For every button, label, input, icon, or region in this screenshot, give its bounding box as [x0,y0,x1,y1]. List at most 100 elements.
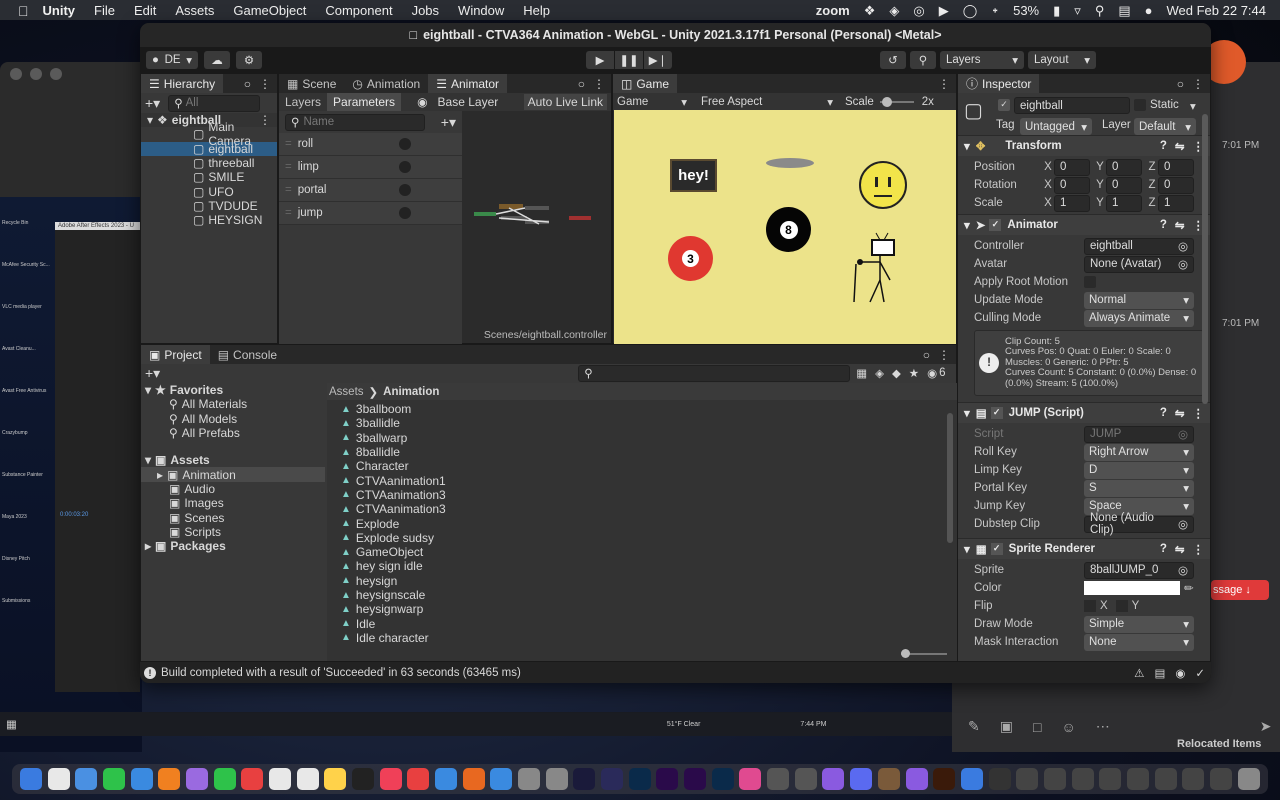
zoom-icon[interactable] [50,68,62,80]
dubstep-field[interactable]: None (Audio Clip) ◎ [1084,512,1194,536]
folder-animation[interactable]: ▸ ▣ Animation [141,467,325,482]
file-icon[interactable]: □ [1033,719,1041,735]
send-icon[interactable]: ➤ [1260,718,1272,735]
base-layer-breadcrumb[interactable]: Base Layer [438,95,499,109]
controller-field[interactable]: eightball ◎ [1084,237,1194,255]
dock-app-icon[interactable] [1099,768,1122,790]
menu-window[interactable]: Window [458,3,504,18]
enabled-checkbox[interactable]: ✓ [990,407,1003,419]
tab-game[interactable]: ◫ Game [613,74,678,93]
undo-history-button[interactable]: ↺ [880,51,906,69]
breadcrumb-animation[interactable]: Animation [383,386,439,398]
search-scope-icon[interactable]: ▦ [856,366,867,380]
emoji-icon[interactable]: ☺ [1061,719,1075,735]
asset-item[interactable]: ▲ CTVAanimation1 [341,473,957,488]
transform-rotation-field[interactable]: 0 [1106,176,1142,194]
add-icon[interactable]: +▾ [145,95,160,112]
chevron-down-icon[interactable]: ▾ [1190,99,1196,113]
tab-console[interactable]: ▤ Console [210,345,285,364]
pause-button[interactable]: ❚❚ [615,51,643,69]
format-icon[interactable]: ✎ [968,718,980,735]
asset-item[interactable]: ▲ heysign [341,574,957,588]
kebab-icon[interactable]: ⋮ [938,77,950,91]
spotlight-icon[interactable]: ⚲ [1095,3,1105,19]
kebab-icon[interactable]: ⋮ [938,348,950,362]
dock-app-icon[interactable] [20,768,42,790]
dock-app-icon[interactable] [1182,768,1205,790]
transform-position-field[interactable]: 0 [1106,158,1142,176]
portal-key-dropdown[interactable]: S ▾ [1084,479,1194,497]
parameter-row[interactable]: = jump [279,202,462,225]
kebab-icon[interactable]: ⋮ [259,77,271,91]
dock-app-icon[interactable] [75,768,98,790]
asset-item[interactable]: ▲ 8ballidle [341,445,957,459]
window-titlebar[interactable]: □ eightball - CTVA364 Animation - WebGL … [140,23,1211,47]
hierarchy-item-main-camera[interactable]: ▢ Main Camera [141,120,277,148]
scale-slider[interactable] [879,97,914,107]
icon-size-slider[interactable] [901,649,947,658]
dock-app-icon[interactable] [794,768,817,790]
progress-icon[interactable]: ◉ [1175,666,1185,680]
trigger-radio[interactable] [399,207,411,219]
asset-item[interactable]: ▲ hey sign idle [341,559,957,573]
parameter-row[interactable]: = portal [279,179,462,202]
asset-item[interactable]: ▲ 3ballwarp [341,431,957,445]
hierarchy-item-ufo[interactable]: ▢ UFO [141,184,277,199]
draw-mode-dropdown[interactable]: Simple ▾ [1084,615,1194,633]
asset-item[interactable]: ▲ heysignwarp [341,602,957,616]
filter-type-icon[interactable]: ◈ [875,366,884,380]
favorite-item[interactable]: ⚲ All Models [141,412,325,426]
favorite-item[interactable]: ⚲ All Materials [141,397,325,411]
project-search[interactable]: ⚲ [578,364,851,382]
asset-item[interactable]: ▲ 3ballboom [341,402,957,416]
clock[interactable]: Wed Feb 22 7:44 [1167,3,1267,18]
siri-icon[interactable]: ● [1145,3,1153,18]
airplay-icon[interactable]: ◯ [963,3,978,19]
status-message[interactable]: Build completed with a result of 'Succee… [161,667,521,679]
hierarchy-search[interactable]: ⚲ All [168,94,261,112]
dock-app-icon[interactable] [656,768,679,790]
dock-app-icon[interactable] [988,768,1011,790]
layers-dropdown[interactable]: Layers ▾ [940,51,1024,69]
more-icon[interactable]: ⋯ [1096,718,1110,735]
folder-scenes[interactable]: ▣ Scenes [141,510,325,525]
dock-app-icon[interactable] [1209,768,1232,790]
dock-app-icon[interactable] [850,768,873,790]
label-icon[interactable]: ◆ [892,366,901,380]
help-icon[interactable]: ? [1160,543,1167,555]
asset-item[interactable]: ▲ Explode [341,516,957,531]
dock-app-icon[interactable] [628,768,651,790]
state-machine-graph[interactable] [469,194,609,244]
dock-app-icon[interactable] [130,768,153,790]
desktop-icon[interactable]: Crazybump [2,412,52,454]
object-name-field[interactable]: eightball [1014,97,1130,114]
favorites-header[interactable]: ▾ ★ Favorites [141,383,325,397]
target-icon[interactable]: ◎ [1178,257,1188,271]
star-icon[interactable]: ★ [909,366,919,380]
asset-item[interactable]: ▲ CTVAanimation3 [341,488,957,502]
kebab-icon[interactable]: ⋮ [1193,406,1205,420]
dock-app-icon[interactable] [407,768,430,790]
minimize-icon[interactable] [30,68,42,80]
parameter-row[interactable]: = roll [279,133,462,156]
battery-icon[interactable]: ▮ [1053,3,1060,19]
hierarchy-item-smile[interactable]: ▢ SMILE [141,170,277,184]
sprite-renderer-header[interactable]: ▾ ▦ ✓ Sprite Renderer? ⇋ ⋮ [958,538,1210,559]
dock-app-icon[interactable] [739,768,762,790]
dock-app-icon[interactable] [103,768,126,790]
enabled-checkbox[interactable]: ✓ [990,543,1003,555]
dock-app-icon[interactable] [158,768,181,790]
desktop-icon[interactable]: Maya 2023 [2,496,52,538]
tab-inspector[interactable]: ⓘ Inspector [958,74,1040,93]
dock-app-icon[interactable] [1237,768,1260,790]
menu-component[interactable]: Component [325,3,392,18]
game-viewport[interactable]: hey! 8 3 [614,110,956,344]
dock-app-icon[interactable] [1154,768,1177,790]
trigger-radio[interactable] [399,138,411,150]
hierarchy-item-tvdude[interactable]: ▢ TVDUDE [141,199,277,213]
folder-audio[interactable]: ▣ Audio [141,482,325,496]
layer-dropdown[interactable]: Default ▾ [1134,118,1196,135]
windows-start-icon[interactable]: ▦ [6,717,17,731]
help-icon[interactable]: ? [1160,407,1167,419]
attach-icon[interactable]: ▣ [1000,718,1013,735]
